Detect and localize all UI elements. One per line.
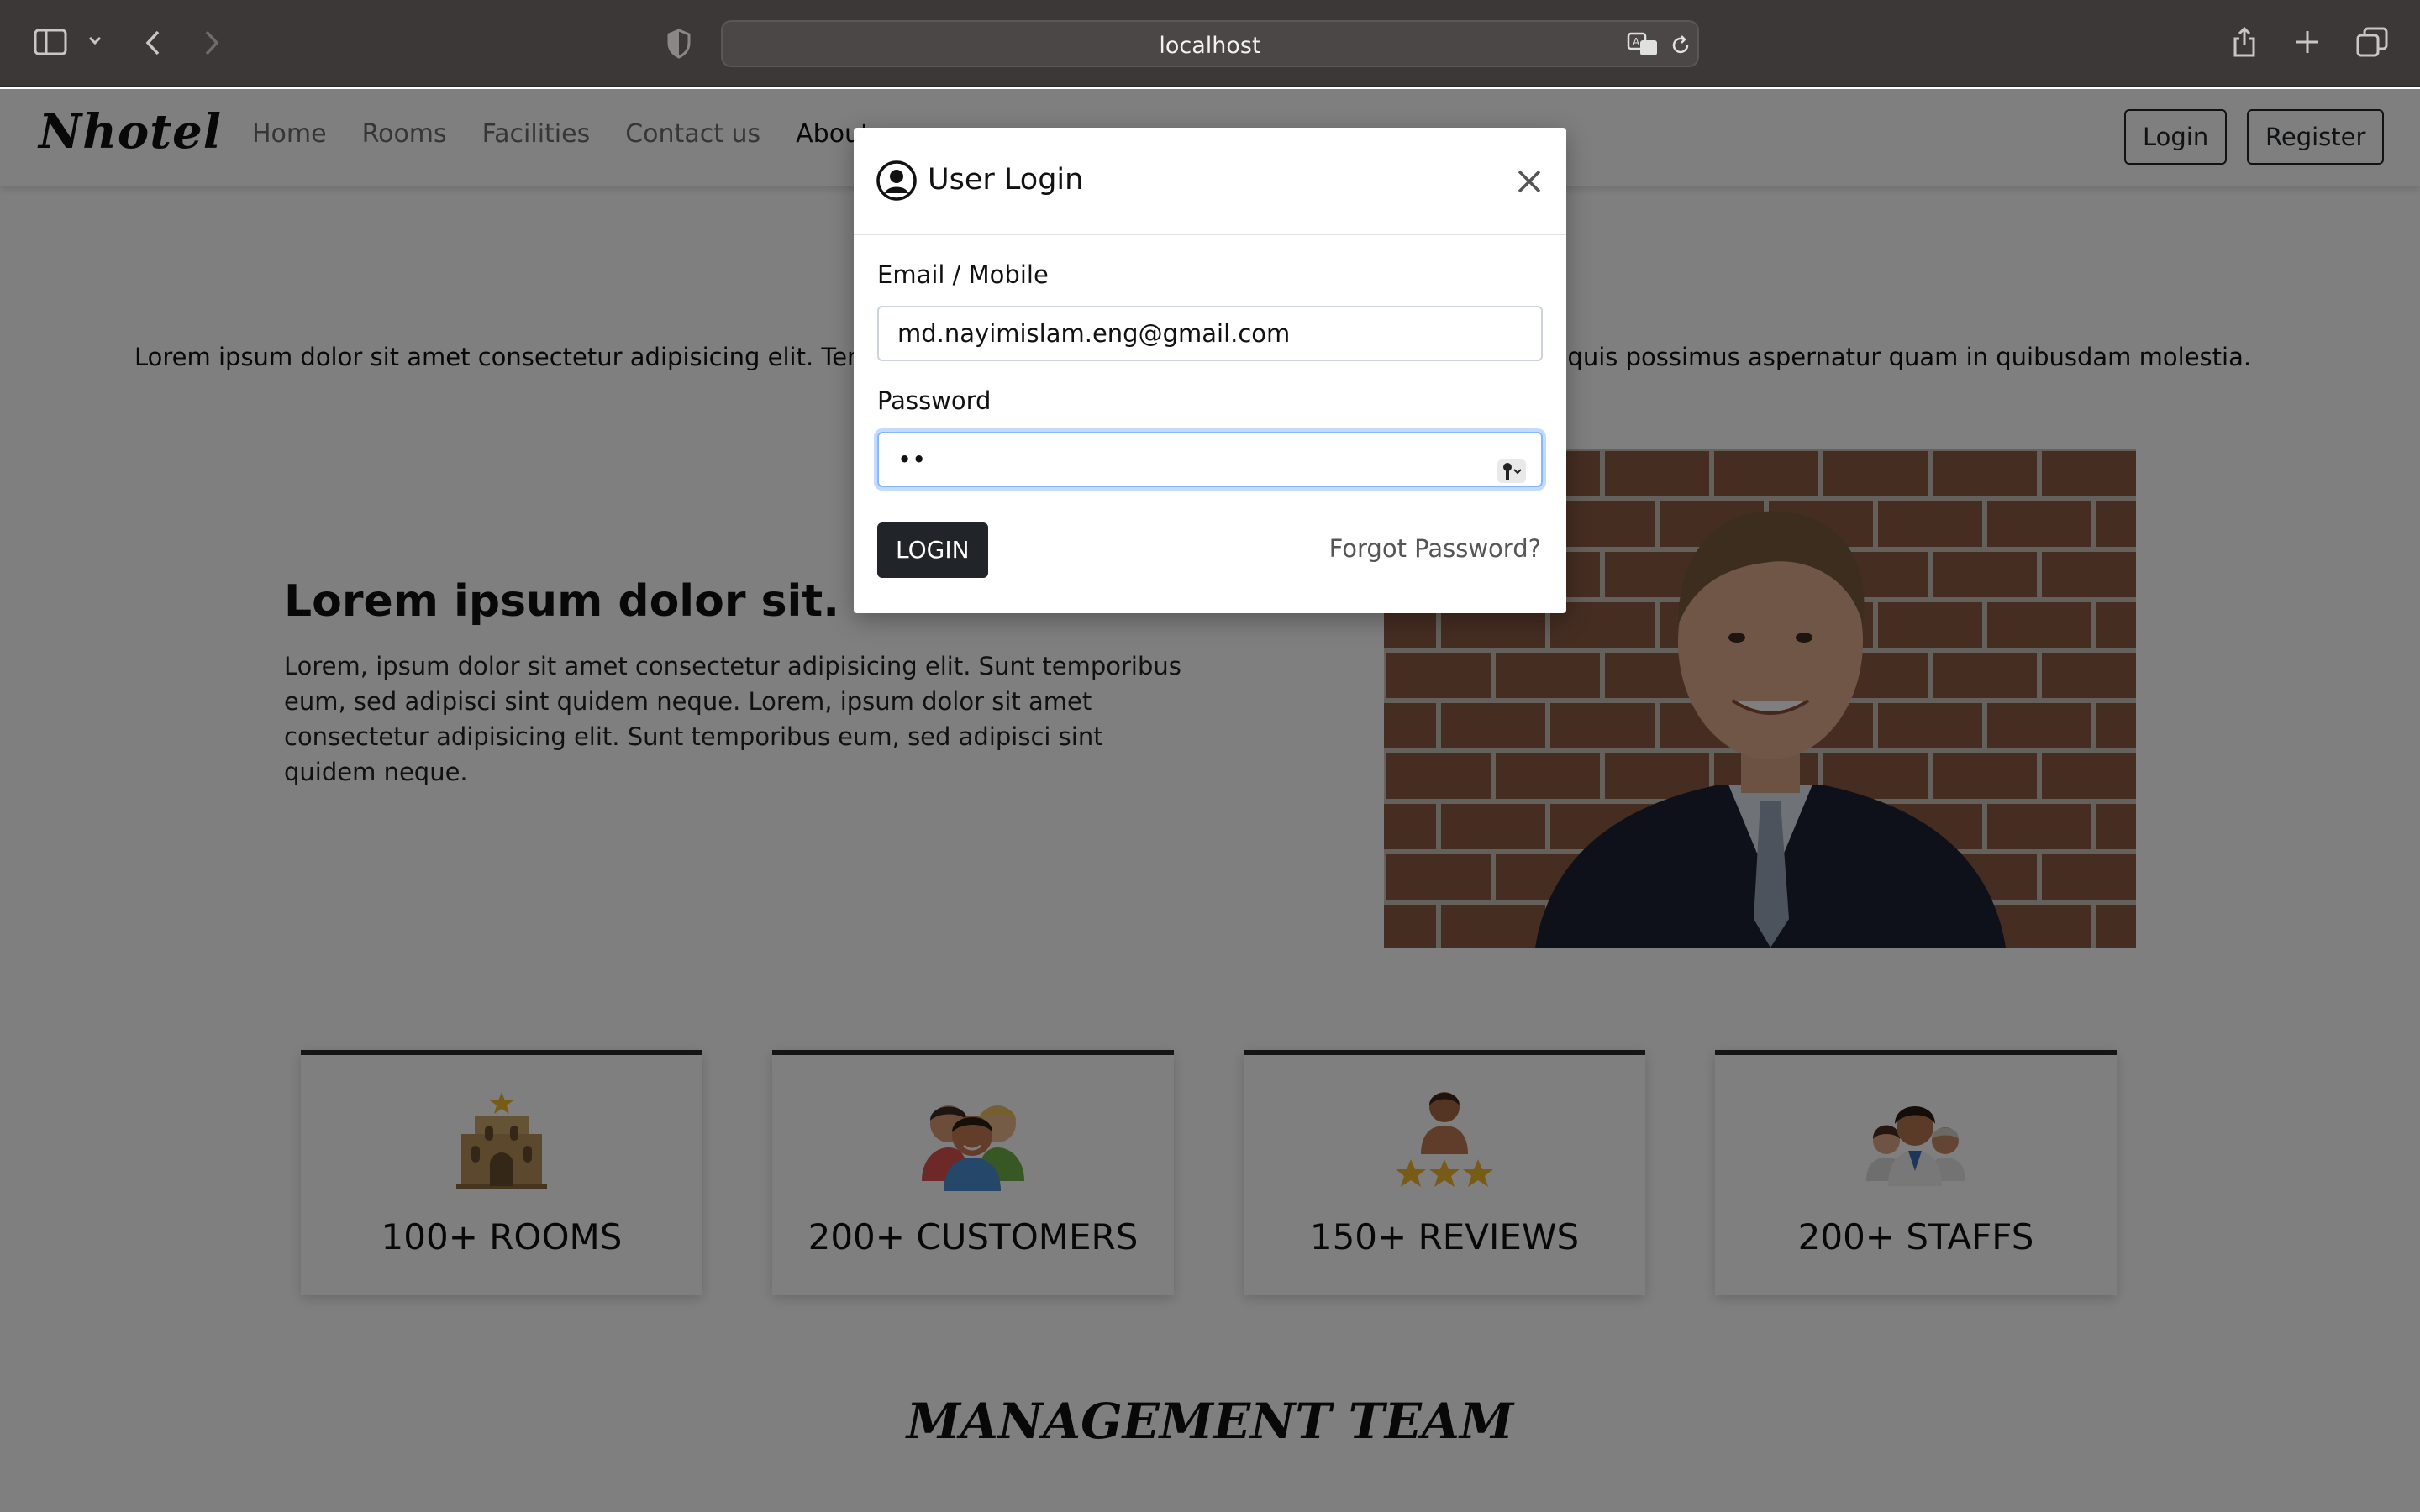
email-value: md.nayimislam.eng@gmail.com: [897, 319, 1291, 348]
back-icon[interactable]: [143, 29, 163, 57]
address-bar[interactable]: localhost A: [721, 20, 1699, 67]
password-key-icon[interactable]: [1497, 449, 1526, 501]
translate-icon[interactable]: A: [1627, 32, 1660, 57]
close-icon[interactable]: [1512, 165, 1546, 198]
forward-icon[interactable]: [202, 29, 222, 57]
share-icon[interactable]: [2232, 25, 2257, 59]
password-label: Password: [877, 386, 992, 415]
modal-title: User Login: [928, 163, 1084, 197]
new-tab-icon[interactable]: [2294, 29, 2321, 55]
email-field[interactable]: md.nayimislam.eng@gmail.com: [877, 306, 1543, 361]
url-text: localhost: [1159, 33, 1261, 59]
password-field[interactable]: ••: [877, 432, 1543, 487]
reload-icon[interactable]: [1669, 34, 1692, 57]
browser-toolbar: localhost A: [0, 0, 2420, 87]
forgot-password-link[interactable]: Forgot Password?: [1329, 534, 1541, 563]
login-submit-button[interactable]: LOGIN: [877, 522, 988, 578]
svg-text:A: A: [1633, 36, 1640, 48]
email-label: Email / Mobile: [877, 260, 1049, 289]
password-value: ••: [897, 445, 927, 474]
tab-overview-icon[interactable]: [2356, 27, 2388, 57]
sidebar-toggle-icon[interactable]: [34, 29, 67, 55]
login-modal: User Login Email / Mobile md.nayimislam.…: [854, 128, 1566, 613]
privacy-shield-icon[interactable]: [667, 29, 691, 59]
user-circle-icon: [876, 160, 918, 205]
modal-header: User Login: [854, 128, 1566, 235]
chevron-down-icon[interactable]: [87, 35, 103, 47]
